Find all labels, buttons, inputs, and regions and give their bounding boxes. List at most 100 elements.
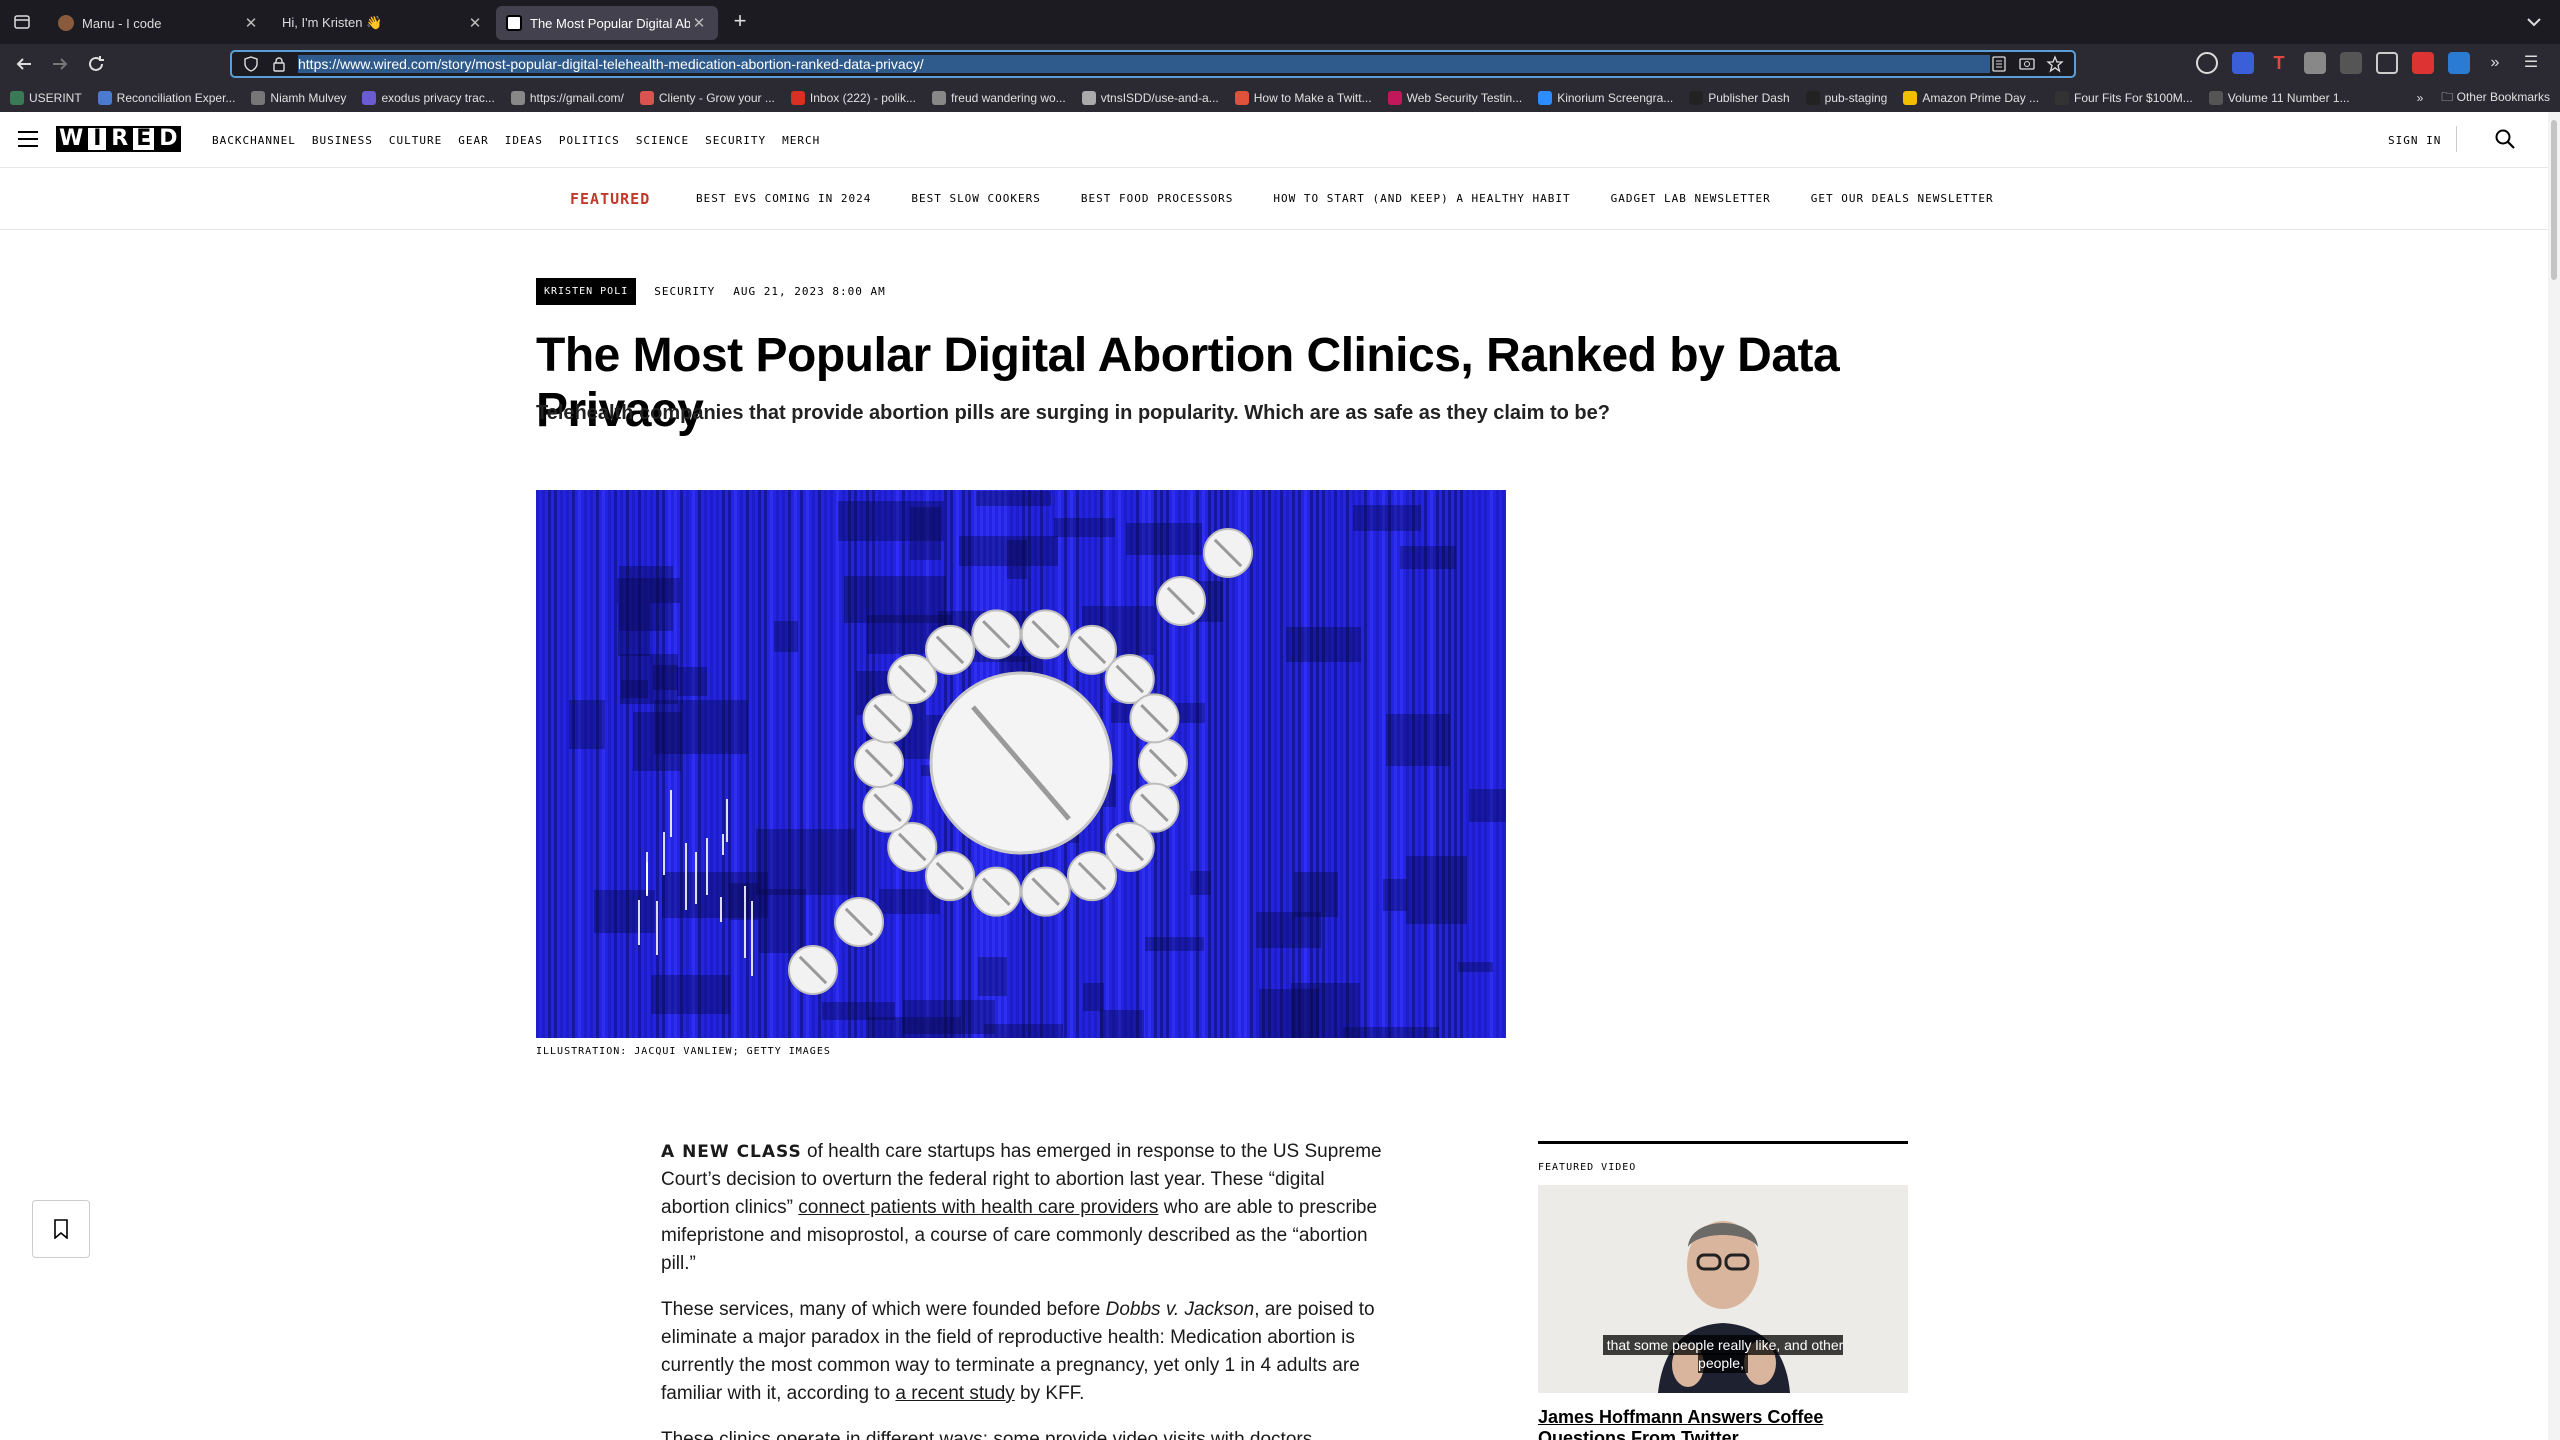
article-meta: KRISTEN POLI SECURITY AUG 21, 2023 8:00 …: [536, 278, 886, 305]
address-bar[interactable]: https://www.wired.com/story/most-popular…: [230, 50, 2076, 78]
bookmark-item[interactable]: https://gmail.com/: [510, 91, 624, 105]
folder-label: Other Bookmarks: [2456, 89, 2550, 104]
tab-kristen[interactable]: Hi, I'm Kristen 👋 ✕: [272, 6, 494, 40]
featured-link[interactable]: GET OUR DEALS NEWSLETTER: [1811, 192, 1994, 205]
sign-in-link[interactable]: SIGN IN: [2388, 134, 2441, 147]
url-text[interactable]: https://www.wired.com/story/most-popular…: [298, 55, 1990, 73]
bookmark-item[interactable]: Publisher Dash: [1689, 91, 1790, 105]
featured-link[interactable]: BEST SLOW COOKERS: [911, 192, 1041, 205]
menu-hamburger-icon[interactable]: ☰: [2520, 52, 2542, 74]
other-bookmarks-folder[interactable]: 🗀 Other Bookmarks: [2441, 88, 2550, 109]
chevron-down-icon[interactable]: [2522, 10, 2546, 34]
featured-link[interactable]: BEST EVS COMING IN 2024: [696, 192, 871, 205]
bookmark-label: freud wandering wo...: [950, 91, 1066, 105]
nav-item-backchannel[interactable]: BACKCHANNEL: [212, 134, 296, 147]
page-scrollbar[interactable]: [2548, 112, 2560, 1440]
bookmark-item[interactable]: vtnsISDD/use-and-a...: [1081, 91, 1219, 105]
bookmark-item[interactable]: USERINT: [10, 91, 82, 105]
featured-link[interactable]: GADGET LAB NEWSLETTER: [1611, 192, 1771, 205]
extension-pen-icon[interactable]: [2340, 52, 2362, 74]
bookmark-label: Reconciliation Exper...: [116, 91, 236, 105]
bookmark-item[interactable]: Clienty - Grow your ...: [639, 91, 775, 105]
close-icon[interactable]: ✕: [466, 14, 484, 32]
forward-arrow-icon[interactable]: [48, 52, 72, 76]
bookmark-item[interactable]: How to Make a Twitt...: [1234, 91, 1372, 105]
bookmark-item[interactable]: Inbox (222) - polik...: [790, 91, 916, 105]
video-title-link[interactable]: James Hoffmann Answers Coffee Questions …: [1538, 1407, 1908, 1440]
featured-link[interactable]: BEST FOOD PROCESSORS: [1081, 192, 1233, 205]
image-caption: ILLUSTRATION: JACQUI VANLIEW; GETTY IMAG…: [536, 1046, 831, 1057]
bookmark-label: Amazon Prime Day ...: [1922, 91, 2040, 105]
pills-illustration: [536, 490, 1506, 1038]
bookmark-favicon-icon: [639, 91, 654, 105]
section-link[interactable]: SECURITY: [654, 285, 715, 298]
bookmark-label: Niamh Mulvey: [270, 91, 347, 105]
bookmark-item[interactable]: Web Security Testin...: [1387, 91, 1522, 105]
close-icon[interactable]: ✕: [242, 14, 260, 32]
divider: [1538, 1141, 1908, 1144]
tab-wired-active[interactable]: The Most Popular Digital Abortion ✕: [496, 6, 718, 40]
author-byline[interactable]: KRISTEN POLI: [536, 278, 637, 305]
nav-item-business[interactable]: BUSINESS: [312, 134, 373, 147]
bookmark-item[interactable]: Volume 11 Number 1...: [2208, 91, 2350, 105]
bookmark-item[interactable]: exodus privacy trac...: [362, 91, 495, 105]
bookmark-favicon-icon: [1387, 91, 1402, 105]
featured-label: FEATURED: [570, 190, 651, 208]
menu-hamburger-icon[interactable]: [18, 131, 38, 147]
star-bookmark-icon[interactable]: [2046, 55, 2064, 73]
extension-red-icon[interactable]: [2412, 52, 2434, 74]
overflow-chevrons-icon[interactable]: »: [2484, 52, 2506, 74]
video-subtitle: that some people really like, and other …: [1578, 1335, 1868, 1373]
extension-badge-icon[interactable]: [2448, 52, 2470, 74]
tab-title: The Most Popular Digital Abortion: [530, 15, 690, 31]
wired-logo[interactable]: WIRED: [56, 126, 181, 152]
new-tab-plus-icon[interactable]: +: [728, 10, 752, 34]
reader-view-icon[interactable]: [1990, 55, 2008, 73]
overflow-chevrons-icon[interactable]: »: [2417, 91, 2424, 105]
bookmark-item[interactable]: pub-staging: [1805, 91, 1888, 105]
featured-video-module: FEATURED VIDEO that some people really l…: [1538, 1141, 1908, 1440]
scrollbar-thumb[interactable]: [2551, 120, 2557, 280]
featured-link[interactable]: HOW TO START (AND KEEP) A HEALTHY HABIT: [1273, 192, 1570, 205]
bookmark-item[interactable]: Niamh Mulvey: [251, 91, 346, 105]
tab-manu[interactable]: Manu - I code ✕: [48, 6, 270, 40]
bookmark-item[interactable]: freud wandering wo...: [931, 91, 1066, 105]
article-body: A NEW CLASS of health care startups has …: [661, 1138, 1391, 1440]
back-arrow-icon[interactable]: [12, 52, 36, 76]
nav-item-politics[interactable]: POLITICS: [559, 134, 620, 147]
reload-icon[interactable]: [84, 52, 108, 76]
extension-s-icon[interactable]: [2304, 52, 2326, 74]
bookmark-label: pub-staging: [1824, 91, 1888, 105]
save-article-button[interactable]: [32, 1200, 90, 1258]
nav-item-security[interactable]: SECURITY: [705, 134, 766, 147]
bookmark-item[interactable]: Amazon Prime Day ...: [1903, 91, 2039, 105]
search-icon[interactable]: [2494, 128, 2516, 150]
tab-overview-icon[interactable]: [12, 12, 32, 32]
inline-link[interactable]: a recent study: [895, 1383, 1014, 1404]
nav-item-science[interactable]: SCIENCE: [636, 134, 689, 147]
shield-icon[interactable]: [242, 55, 260, 73]
bookmark-item[interactable]: Four Fits For $100M...: [2055, 91, 2193, 105]
nav-item-culture[interactable]: CULTURE: [389, 134, 442, 147]
bookmark-label: https://gmail.com/: [529, 91, 624, 105]
close-icon[interactable]: ✕: [690, 14, 708, 32]
account-icon[interactable]: [2196, 52, 2218, 74]
bookmark-label: Publisher Dash: [1708, 91, 1790, 105]
extension-t-icon[interactable]: T: [2268, 52, 2290, 74]
nav-item-ideas[interactable]: IDEAS: [505, 134, 543, 147]
logo-letter: I: [86, 126, 109, 152]
bookmark-favicon-icon: [510, 91, 525, 105]
lock-icon[interactable]: [270, 55, 288, 73]
logo-letter: D: [156, 126, 181, 152]
bookmark-item[interactable]: Kinorium Screengra...: [1538, 91, 1673, 105]
inline-link[interactable]: connect patients with health care provid…: [798, 1197, 1158, 1218]
nav-item-gear[interactable]: GEAR: [458, 134, 489, 147]
extension-on-icon[interactable]: [2232, 52, 2254, 74]
extensions-puzzle-icon[interactable]: [2376, 52, 2398, 74]
video-player[interactable]: that some people really like, and other …: [1538, 1185, 1908, 1393]
nav-item-merch[interactable]: MERCH: [782, 134, 820, 147]
bookmark-favicon-icon: [2055, 91, 2070, 105]
screenshot-icon[interactable]: [2018, 55, 2036, 73]
site-header: WIRED BACKCHANNEL BUSINESS CULTURE GEAR IDEA…: [0, 112, 2548, 168]
bookmark-item[interactable]: Reconciliation Exper...: [97, 91, 236, 105]
